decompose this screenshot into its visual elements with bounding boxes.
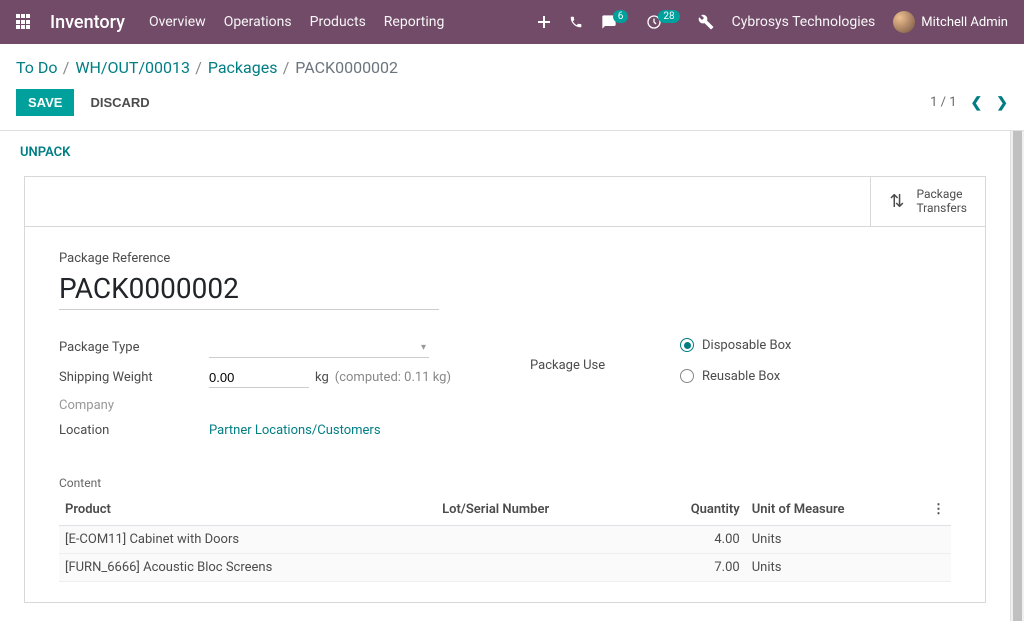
weight-computed: (computed: 0.11 kg)	[335, 370, 451, 385]
table-row[interactable]: [E-COM11] Cabinet with Doors 4.00 Units	[59, 525, 951, 553]
col-product: Product	[59, 494, 436, 526]
pager-prev-icon[interactable]: ❮	[971, 95, 983, 111]
package-transfers-label: Package Transfers	[916, 187, 967, 216]
transfer-arrows-icon: ⇅	[889, 191, 904, 212]
package-transfers-button[interactable]: ⇅ Package Transfers	[870, 177, 985, 226]
pager: 1 / 1 ❮ ❯	[930, 95, 1008, 111]
pager-next-icon[interactable]: ❯	[996, 95, 1008, 111]
avatar-icon	[893, 11, 915, 33]
activity-badge: 28	[658, 10, 679, 23]
chat-icon[interactable]: 6	[601, 14, 629, 30]
app-name[interactable]: Inventory	[50, 12, 125, 33]
sheet-header: ⇅ Package Transfers	[25, 177, 985, 227]
shipping-weight-field[interactable]	[209, 368, 309, 388]
breadcrumb: To Do / WH/OUT/00013 / Packages / PACK00…	[0, 44, 1024, 83]
plus-icon[interactable]	[537, 15, 551, 29]
col-lot: Lot/Serial Number	[436, 494, 641, 526]
cell-product: [FURN_6666] Acoustic Bloc Screens	[59, 553, 436, 581]
package-type-field[interactable]	[209, 338, 429, 358]
cell-qty: 7.00	[641, 553, 746, 581]
content-table: Product Lot/Serial Number Quantity Unit …	[59, 494, 951, 582]
company-label: Company	[59, 398, 209, 413]
main-header: Inventory Overview Operations Products R…	[0, 0, 1024, 44]
table-row[interactable]: [FURN_6666] Acoustic Bloc Screens 7.00 U…	[59, 553, 951, 581]
package-reference-label: Package Reference	[59, 251, 951, 266]
col-uom: Unit of Measure	[746, 494, 926, 526]
activity-icon[interactable]: 28	[646, 14, 679, 30]
package-use-label: Package Use	[530, 358, 680, 373]
col-qty: Quantity	[641, 494, 746, 526]
col-kebab-icon[interactable]: ⋮	[926, 494, 951, 526]
radio-reusable-label: Reusable Box	[702, 369, 780, 384]
cell-uom: Units	[746, 553, 926, 581]
nav-operations[interactable]: Operations	[224, 14, 292, 30]
form-sheet: ⇅ Package Transfers Package Reference PA…	[24, 176, 986, 603]
radio-disposable-label: Disposable Box	[702, 338, 791, 353]
cell-uom: Units	[746, 525, 926, 553]
package-reference-value[interactable]: PACK0000002	[59, 272, 439, 310]
breadcrumb-item-packages[interactable]: Packages	[208, 58, 278, 77]
breadcrumb-item-transfer[interactable]: WH/OUT/00013	[75, 58, 190, 77]
weight-unit: kg	[315, 370, 329, 385]
user-menu[interactable]: Mitchell Admin	[893, 11, 1008, 33]
content-section-title: Content	[59, 476, 951, 490]
radio-reusable[interactable]	[680, 369, 694, 383]
chat-badge: 6	[613, 10, 629, 23]
apps-launcher-icon[interactable]	[16, 14, 32, 30]
package-type-label: Package Type	[59, 340, 209, 355]
radio-disposable[interactable]	[680, 338, 694, 352]
vertical-scrollbar[interactable]	[1010, 131, 1024, 621]
breadcrumb-current: PACK0000002	[295, 58, 398, 77]
scrollbar-thumb[interactable]	[1013, 131, 1022, 621]
phone-icon[interactable]	[569, 15, 583, 29]
shipping-weight-label: Shipping Weight	[59, 370, 209, 385]
breadcrumb-item-todo[interactable]: To Do	[16, 58, 58, 77]
nav-overview[interactable]: Overview	[149, 14, 206, 30]
cell-product: [E-COM11] Cabinet with Doors	[59, 525, 436, 553]
cell-qty: 4.00	[641, 525, 746, 553]
location-label: Location	[59, 423, 209, 438]
action-bar: Save Discard 1 / 1 ❮ ❯	[0, 83, 1024, 131]
location-value[interactable]: Partner Locations/Customers	[209, 423, 381, 438]
breadcrumb-sep: /	[283, 58, 294, 77]
company-switcher[interactable]: Cybrosys Technologies	[732, 14, 876, 30]
pager-text: 1 / 1	[930, 95, 956, 110]
cell-lot	[436, 553, 641, 581]
secondary-actions: Unpack	[0, 131, 1010, 164]
nav-reporting[interactable]: Reporting	[384, 14, 445, 30]
breadcrumb-sep: /	[63, 58, 74, 77]
nav-products[interactable]: Products	[310, 14, 366, 30]
tools-icon[interactable]	[698, 14, 714, 30]
save-button[interactable]: Save	[16, 89, 74, 116]
discard-button[interactable]: Discard	[78, 89, 161, 116]
unpack-button[interactable]: Unpack	[16, 141, 74, 164]
user-name: Mitchell Admin	[921, 15, 1008, 30]
breadcrumb-sep: /	[195, 58, 206, 77]
cell-lot	[436, 525, 641, 553]
